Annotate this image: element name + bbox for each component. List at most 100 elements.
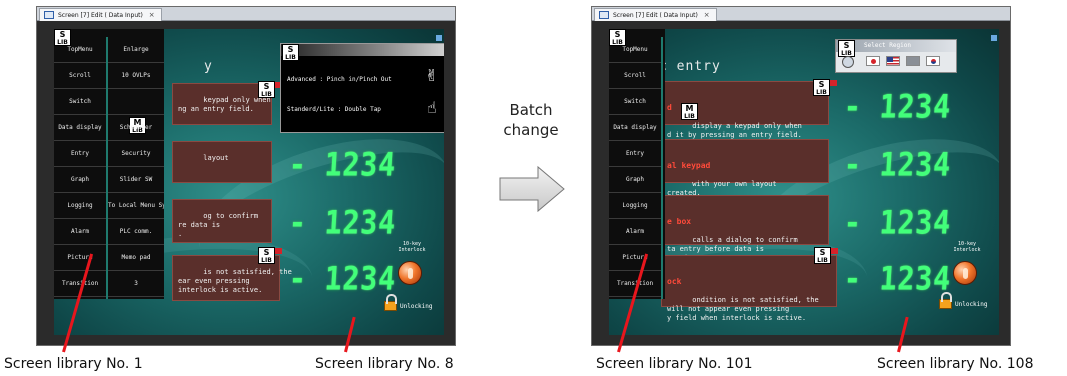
numeric-display[interactable]: - 1234 xyxy=(843,145,952,183)
unlocking-label: Unlocking xyxy=(955,301,988,308)
left-tab-title: Screen [7] Edit ( xyxy=(58,12,107,19)
interlock-label: 10-key Interlock xyxy=(398,241,426,253)
screen-library-menu: S LIB TopMenu Scroll Switch Data display Entr… xyxy=(609,29,665,299)
numeric-display[interactable]: - 1234 xyxy=(288,259,397,297)
region-selector: Select Region S LIB xyxy=(835,39,957,73)
numeric-display[interactable]: - 1234 xyxy=(843,203,952,241)
close-icon[interactable]: × xyxy=(149,11,155,19)
interlock-button-icon[interactable] xyxy=(953,261,977,285)
left-screen-tab[interactable]: Screen [7] Edit ( Data Input) × xyxy=(39,8,162,21)
flag-china-button[interactable] xyxy=(906,56,920,66)
menu-item[interactable]: TopMenu xyxy=(54,37,106,63)
menu-item[interactable]: Security xyxy=(108,141,164,167)
info-panel-dialog: og to confirm re data is . xyxy=(172,199,272,243)
unlocking-label: Unlocking xyxy=(400,303,433,310)
panel-text: og to confirm re data is . xyxy=(178,212,259,238)
batch-change-line2: change xyxy=(503,121,559,139)
menu-item[interactable]: Logging xyxy=(609,193,661,219)
menu-item[interactable]: Scroll xyxy=(54,63,106,89)
info-panel-keypad: keypad only when ng an entry field. xyxy=(172,83,272,125)
panel-text: display a keypad only when d it by press… xyxy=(667,122,802,139)
flag-japan-button[interactable] xyxy=(866,56,880,66)
menu-item[interactable]: TopMenu xyxy=(609,37,661,63)
menu-item[interactable] xyxy=(108,89,164,115)
padlock-open-icon[interactable] xyxy=(384,294,397,311)
numeric-display[interactable]: - 1234 xyxy=(843,259,952,297)
menu-item[interactable]: Entry xyxy=(54,141,106,167)
caption-screen-library-108: Screen library No. 108 xyxy=(877,356,1034,372)
screen-edit-icon xyxy=(44,11,54,19)
menu-item[interactable]: Enlarge xyxy=(108,37,164,63)
caption-screen-library-8: Screen library No. 8 xyxy=(315,356,454,372)
batch-change-line1: Batch xyxy=(509,101,553,119)
right-screen-tab[interactable]: Screen [7] Edit ( Data Input) × xyxy=(594,8,717,21)
menu-item[interactable]: Alarm xyxy=(54,219,106,245)
screen-library-badge: S LIB xyxy=(282,44,299,61)
double-tap-icon: ☝ xyxy=(427,98,437,117)
info-panel-dialog: e box calls a dialog to confirm ta entry… xyxy=(661,195,829,262)
menu-item[interactable]: Picture xyxy=(609,245,661,271)
numeric-display[interactable]: - 1234 xyxy=(843,87,952,125)
info-panel-layout: al keypad with your own layout created. xyxy=(661,139,829,197)
globe-icon xyxy=(842,56,854,68)
popup-standard-text: Standerd/Lite : Double Tap xyxy=(287,106,381,113)
menu-item[interactable]: Logging xyxy=(54,193,106,219)
screen-library-badge: S LIB xyxy=(838,40,855,57)
caption-screen-library-101: Screen library No. 101 xyxy=(596,356,753,372)
menu-item[interactable]: Graph xyxy=(609,167,661,193)
corner-marker xyxy=(991,35,997,41)
menu-item[interactable]: Scheduler xyxy=(108,115,164,141)
menu-item[interactable]: To Local Menu System xyxy=(108,193,164,219)
panel-title: ock xyxy=(667,277,682,286)
close-icon[interactable]: × xyxy=(704,11,710,19)
panel-text: ondition is not satisfied, the will not … xyxy=(667,296,819,322)
menu-item[interactable]: 10 OVLPs xyxy=(108,63,164,89)
gesture-help-popup: S LIB Advanced : Pinch in/Pinch Out Stand… xyxy=(280,43,444,133)
interlock-button-icon[interactable] xyxy=(398,261,422,285)
screen-library-badge: S LIB xyxy=(814,247,838,264)
right-tab-title: Screen [7] Edit ( xyxy=(613,12,662,19)
menu-item[interactable]: Alarm xyxy=(609,219,661,245)
screen-title-fragment: c entry xyxy=(659,59,721,74)
pinch-gesture-icon: ✌ xyxy=(425,66,439,85)
menu-item[interactable]: Switch xyxy=(54,89,106,115)
right-screen-canvas: c entry Select Region S LIB d display a k… xyxy=(609,29,999,335)
menu-item[interactable]: Graph xyxy=(54,167,106,193)
popup-title-bar xyxy=(281,44,444,56)
screen-edit-icon xyxy=(599,11,609,19)
screen-title-fragment: y xyxy=(204,59,213,74)
panel-title: al keypad xyxy=(667,161,711,170)
menu-item[interactable]: 3 xyxy=(108,271,164,297)
menu-separator xyxy=(108,296,164,297)
menu-item[interactable]: Scroll xyxy=(609,63,661,89)
right-arrow-icon xyxy=(499,165,565,213)
flag-korea-button[interactable] xyxy=(926,56,940,66)
numeric-display[interactable]: - 1234 xyxy=(288,203,397,241)
left-tab-subtitle: Data Input) xyxy=(108,12,143,19)
screen-library-menu: S LIB M LIB TopMenu Scroll Switch Data displa… xyxy=(54,29,164,299)
menu-item[interactable]: Switch xyxy=(609,89,661,115)
corner-marker xyxy=(436,35,442,41)
flag-usa-button[interactable] xyxy=(886,56,900,66)
right-tab-bar: Screen [7] Edit ( Data Input) × xyxy=(592,7,1010,21)
menu-item[interactable]: Picture xyxy=(54,245,106,271)
panel-title: e box xyxy=(667,217,692,226)
screen-library-badge: S LIB xyxy=(813,79,837,96)
menu-item[interactable]: Slider SW xyxy=(108,167,164,193)
menu-item[interactable]: Memo pad xyxy=(108,245,164,271)
screen-library-badge: M LIB xyxy=(681,103,698,120)
left-tab-bar: Screen [7] Edit ( Data Input) × xyxy=(37,7,455,21)
batch-change-label: Batch change xyxy=(499,100,563,140)
info-panel-interlock: ock ondition is not satisfied, the will … xyxy=(661,255,837,322)
menu-item[interactable]: Data display xyxy=(609,115,661,141)
menu-item[interactable]: Data display xyxy=(54,115,106,141)
menu-item[interactable]: PLC comm. xyxy=(108,219,164,245)
numeric-display[interactable]: - 1234 xyxy=(288,145,397,183)
panel-text: is not satisfied, the ear even pressing … xyxy=(178,268,292,294)
left-editor-window: Screen [7] Edit ( Data Input) × y keypad… xyxy=(36,6,456,346)
caption-screen-library-1: Screen library No. 1 xyxy=(4,356,143,372)
panel-text: keypad only when ng an entry field. xyxy=(178,96,271,113)
menu-item[interactable]: Entry xyxy=(609,141,661,167)
padlock-open-icon[interactable] xyxy=(939,292,952,309)
menu-column-divider xyxy=(661,37,663,299)
